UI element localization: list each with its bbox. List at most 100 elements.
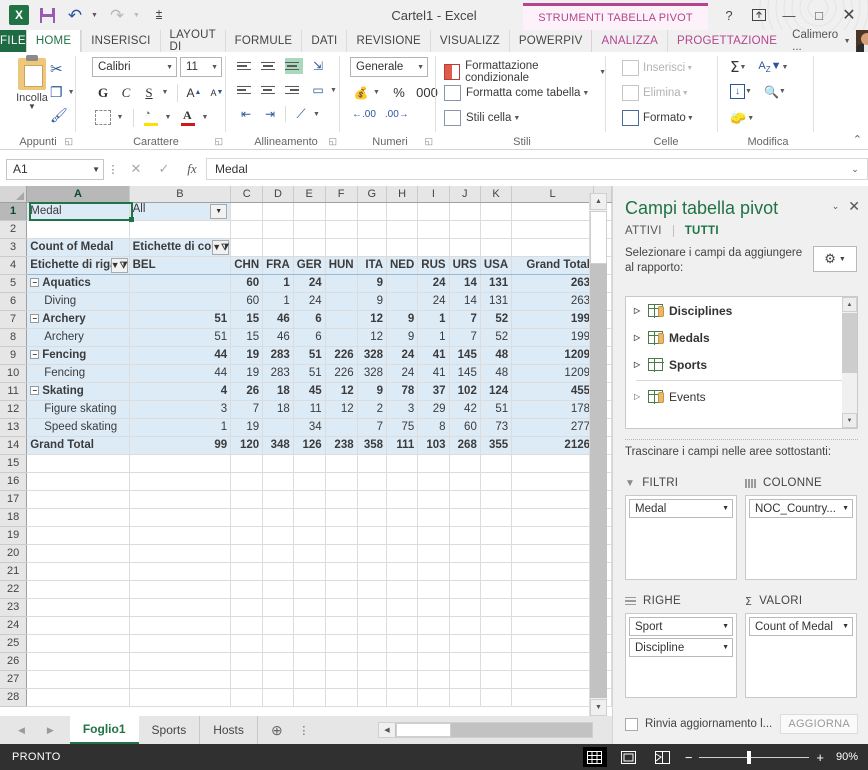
cell-H10[interactable]: 24 xyxy=(386,364,419,383)
column-labels-filter-icon[interactable]: ▼⧩ xyxy=(212,239,230,255)
cell-K1[interactable] xyxy=(480,202,513,221)
cell-F25[interactable] xyxy=(325,634,358,653)
cell-B2[interactable] xyxy=(129,220,232,239)
cell-G24[interactable] xyxy=(357,616,388,635)
copy-icon[interactable]: ❐ ▼ xyxy=(50,84,75,101)
pivot-pane-close-icon[interactable]: ✕ xyxy=(848,198,860,215)
cell-K27[interactable] xyxy=(480,670,513,689)
cell-D27[interactable] xyxy=(262,670,294,689)
cell-I21[interactable] xyxy=(417,562,450,581)
zoom-level[interactable]: 90% xyxy=(834,751,868,763)
scroll-down-icon[interactable]: ▼ xyxy=(842,413,857,428)
align-left-button[interactable] xyxy=(237,82,255,98)
cell-F18[interactable] xyxy=(325,508,358,527)
clear-dropdown-icon[interactable]: ▼ xyxy=(747,115,754,122)
cell-I2[interactable] xyxy=(417,220,450,239)
merge-cells-button[interactable]: ▭ xyxy=(309,82,327,98)
orientation-dropdown-icon[interactable]: ▼ xyxy=(313,111,324,118)
column-header-B[interactable]: B xyxy=(129,186,232,203)
underline-button[interactable]: S xyxy=(138,82,160,103)
normal-view-icon[interactable] xyxy=(582,747,607,767)
column-header-I[interactable]: I xyxy=(417,186,450,203)
field-chip-noc-country[interactable]: NOC_Country... ▼ xyxy=(749,499,853,518)
cell-F13[interactable] xyxy=(325,418,358,437)
cell-K26[interactable] xyxy=(480,652,513,671)
pivot-field-medals[interactable]: ▷ Medals xyxy=(626,324,857,351)
cell-F5[interactable] xyxy=(325,274,358,293)
cell-I26[interactable] xyxy=(417,652,450,671)
alignment-dialog-launcher[interactable]: ◱ xyxy=(328,136,337,147)
column-header-H[interactable]: H xyxy=(386,186,419,203)
cell-B19[interactable] xyxy=(129,526,232,545)
cell-J6[interactable]: 14 xyxy=(449,292,481,311)
increase-font-size-button[interactable]: A ▲ xyxy=(183,82,205,103)
cell-B18[interactable] xyxy=(129,508,232,527)
cell-E12[interactable]: 11 xyxy=(293,400,326,419)
cell-E1[interactable] xyxy=(293,202,326,221)
cell-J21[interactable] xyxy=(449,562,481,581)
hscroll-thumb[interactable] xyxy=(396,723,451,737)
cell-C20[interactable] xyxy=(230,544,264,563)
cell-D2[interactable] xyxy=(262,220,294,239)
cell-K8[interactable]: 52 xyxy=(480,328,513,347)
page-layout-view-icon[interactable] xyxy=(617,747,641,767)
defer-layout-checkbox[interactable] xyxy=(625,717,638,731)
cut-icon[interactable]: ✂ xyxy=(50,60,63,78)
cell-A7[interactable]: − Archery xyxy=(26,310,130,329)
cell-B20[interactable] xyxy=(129,544,232,563)
expand-formula-bar-icon[interactable]: ⌄ xyxy=(847,164,863,175)
cell-L15[interactable] xyxy=(511,454,595,473)
font-dialog-launcher[interactable]: ◱ xyxy=(214,136,223,147)
restore-button[interactable]: □ xyxy=(804,2,834,28)
row-header-21[interactable]: 21 xyxy=(0,562,28,581)
cell-C16[interactable] xyxy=(230,472,264,491)
tab-home[interactable]: HOME xyxy=(25,30,82,52)
cell-J26[interactable] xyxy=(449,652,481,671)
update-button[interactable]: AGGIORNA xyxy=(780,714,858,734)
cell-C28[interactable] xyxy=(230,688,264,707)
chevron-down-icon[interactable]: ▼ xyxy=(722,644,729,651)
column-header-C[interactable]: C xyxy=(230,186,264,203)
add-sheet-icon[interactable]: ⊕ xyxy=(258,722,296,739)
cell-L20[interactable] xyxy=(511,544,595,563)
cell-J13[interactable]: 60 xyxy=(449,418,481,437)
cell-G26[interactable] xyxy=(357,652,388,671)
cell-A6[interactable]: Diving xyxy=(26,292,130,311)
cell-J8[interactable]: 7 xyxy=(449,328,481,347)
cell-F4[interactable]: HUN xyxy=(325,256,358,275)
name-box[interactable]: A1 ▼ xyxy=(6,158,104,180)
cell-E16[interactable] xyxy=(293,472,326,491)
cell-C21[interactable] xyxy=(230,562,264,581)
cell-F15[interactable] xyxy=(325,454,358,473)
user-account[interactable]: Calimero ... ▼ xyxy=(786,29,868,53)
font-size-combo[interactable]: 11 ▼ xyxy=(180,57,222,77)
cell-D22[interactable] xyxy=(262,580,294,599)
format-cells-button[interactable]: Formato ▼ xyxy=(622,110,694,126)
pivot-field-sports[interactable]: ▷ Sports xyxy=(626,351,857,378)
cell-D20[interactable] xyxy=(262,544,294,563)
sheet-next-icon[interactable]: ▶ xyxy=(47,725,54,736)
sheet-nav-arrows[interactable]: ◀ ▶ xyxy=(0,725,54,736)
chevron-down-icon[interactable]: ▼ xyxy=(582,90,589,97)
cell-J19[interactable] xyxy=(449,526,481,545)
window-controls[interactable]: ? — □ ✕ xyxy=(714,0,864,30)
minimize-button[interactable]: — xyxy=(774,2,804,28)
pivot-zone-filters[interactable]: ▼ FILTRI Medal ▼ xyxy=(625,474,737,580)
pivot-zone-rows[interactable]: RIGHE Sport ▼ Discipline ▼ xyxy=(625,592,737,698)
cell-A2[interactable] xyxy=(26,220,130,239)
zoom-control[interactable]: − + xyxy=(685,750,834,765)
cell-D17[interactable] xyxy=(262,490,294,509)
cell-A10[interactable]: Fencing xyxy=(26,364,130,383)
cell-G9[interactable]: 328 xyxy=(357,346,388,365)
cell-K18[interactable] xyxy=(480,508,513,527)
cell-H18[interactable] xyxy=(386,508,419,527)
cell-K17[interactable] xyxy=(480,490,513,509)
tab-layout[interactable]: LAYOUT DI xyxy=(159,29,225,53)
cell-I23[interactable] xyxy=(417,598,450,617)
column-header-K[interactable]: K xyxy=(480,186,513,203)
cell-C15[interactable] xyxy=(230,454,264,473)
font-color-button[interactable]: A xyxy=(177,107,199,128)
cell-C13[interactable]: 19 xyxy=(230,418,264,437)
fill-color-button[interactable]: ◔ xyxy=(140,107,162,128)
cell-B23[interactable] xyxy=(129,598,232,617)
